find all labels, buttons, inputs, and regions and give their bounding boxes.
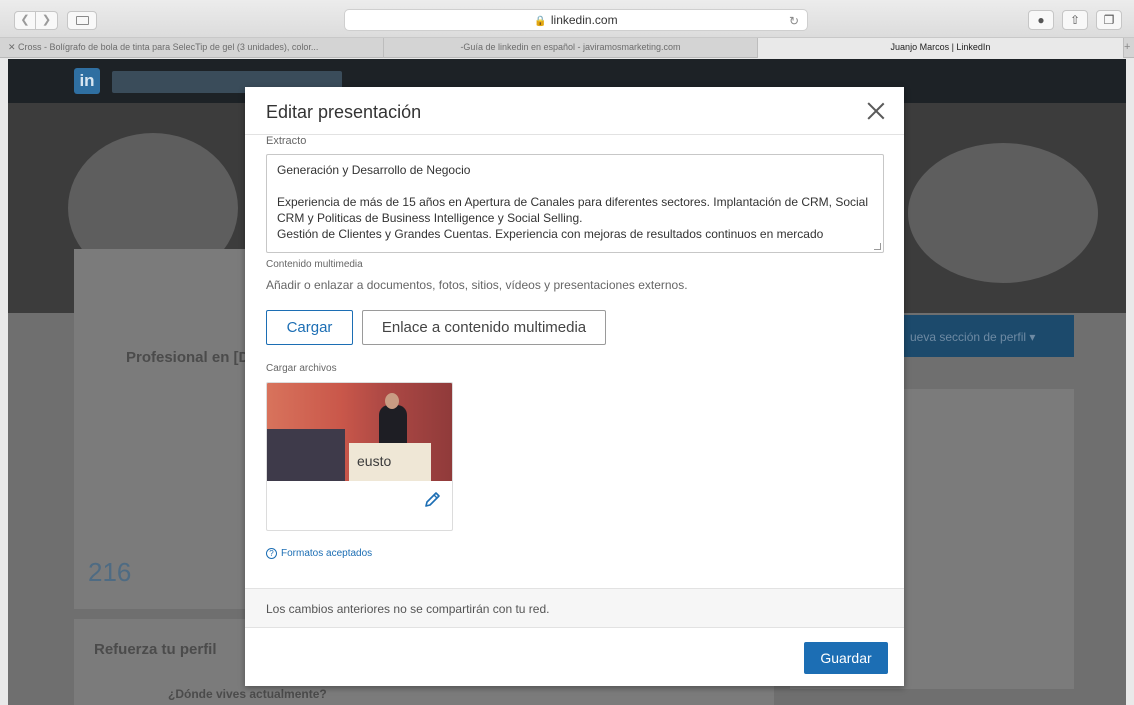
- reinforce-ghost: Refuerza tu perfil: [94, 641, 217, 658]
- tabs-overview-icon[interactable]: ❐: [1096, 10, 1122, 30]
- banner-shape: [908, 143, 1098, 283]
- save-button[interactable]: Guardar: [804, 642, 888, 674]
- extract-line: [277, 178, 873, 194]
- upload-files-label: Cargar archivos: [266, 363, 337, 374]
- browser-toolbar: ❮ ❯ 🔒 linkedin.com ↻ ● ⇧ ❐: [0, 0, 1134, 38]
- share-icon[interactable]: ⇧: [1062, 10, 1088, 30]
- tab-linkedin-profile[interactable]: Juanjo Marcos | LinkedIn: [758, 38, 1124, 58]
- share-notice-text: Los cambios anteriores no se compartirán…: [266, 602, 550, 616]
- extract-line: Experiencia de más de 15 años en Apertur…: [277, 195, 868, 225]
- link-media-button[interactable]: Enlace a contenido multimedia: [362, 310, 606, 345]
- new-tab-icon[interactable]: +: [1124, 38, 1134, 57]
- thumbnail-shape: [385, 393, 399, 409]
- tab-bar: ✕ Cross - Bolígrafo de bola de tinta par…: [0, 38, 1134, 58]
- dialog-header: Editar presentación: [245, 87, 904, 135]
- share-notice: Los cambios anteriores no se compartirán…: [245, 588, 904, 628]
- thumbnail-logo-text: eusto: [357, 453, 392, 469]
- close-icon[interactable]: [864, 99, 888, 123]
- multimedia-help: Añadir o enlazar a documentos, fotos, si…: [266, 278, 688, 292]
- toolbar-icons: ● ⇧ ❐: [1028, 10, 1122, 30]
- resize-handle[interactable]: [874, 243, 881, 250]
- privacy-report-icon[interactable]: ●: [1028, 10, 1054, 30]
- edit-summary-dialog: Editar presentación Extracto Generación …: [245, 87, 904, 686]
- accepted-formats-link[interactable]: ? Formatos aceptados: [266, 548, 372, 559]
- media-thumbnail-image: eusto: [267, 383, 452, 481]
- tab-linkedin-guide[interactable]: -Guía de linkedin en español - javiramos…: [384, 38, 758, 58]
- extract-line: Gestión de Clientes y Grandes Cuentas. E…: [277, 227, 824, 241]
- thumbnail-shape: [267, 429, 345, 481]
- multimedia-label: Contenido multimedia: [266, 259, 363, 270]
- tab-cross-pen[interactable]: ✕ Cross - Bolígrafo de bola de tinta par…: [0, 38, 384, 58]
- extract-label: Extracto: [266, 135, 307, 147]
- professional-ghost: Profesional en [De: [126, 349, 258, 366]
- nav-buttons: ❮ ❯: [14, 11, 58, 30]
- tab-label: Cross - Bolígrafo de bola de tinta para …: [18, 42, 319, 52]
- tab-label: Juanjo Marcos | LinkedIn: [890, 42, 991, 52]
- address-bar[interactable]: 🔒 linkedin.com ↻: [344, 9, 808, 31]
- accepted-formats-label: Formatos aceptados: [281, 548, 373, 559]
- dialog-title: Editar presentación: [266, 102, 422, 122]
- pencil-icon[interactable]: [422, 490, 442, 510]
- question-ghost: ¿Dónde vives actualmente?: [168, 687, 327, 701]
- back-button[interactable]: ❮: [14, 11, 36, 30]
- lock-icon: 🔒: [534, 16, 547, 27]
- sidebar-toggle-button[interactable]: [67, 11, 97, 30]
- address-text: linkedin.com: [550, 13, 618, 27]
- extract-line: Generación y Desarrollo de Negocio: [277, 163, 471, 177]
- count-ghost: 216: [88, 557, 132, 587]
- tab-label: -Guía de linkedin en español - javiramos…: [460, 42, 681, 52]
- add-section-ghost: ueva sección de perfil ▾: [910, 330, 1036, 344]
- media-thumbnail-card[interactable]: eusto: [266, 382, 453, 531]
- extract-textarea[interactable]: Generación y Desarrollo de Negocio Exper…: [266, 154, 884, 253]
- reload-icon[interactable]: ↻: [789, 11, 799, 31]
- upload-button[interactable]: Cargar: [266, 310, 353, 345]
- help-icon: ?: [266, 548, 277, 559]
- forward-button[interactable]: ❯: [36, 11, 58, 30]
- linkedin-logo: in: [74, 68, 100, 94]
- sidebar-icon: [76, 16, 89, 25]
